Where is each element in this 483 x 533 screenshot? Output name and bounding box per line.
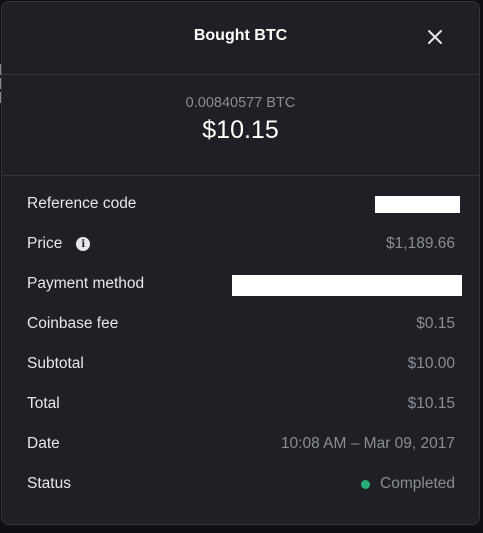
- reference-code-redacted: [375, 196, 460, 213]
- amount-summary: 0.00840577 BTC $10.15: [2, 75, 479, 176]
- info-icon[interactable]: i: [76, 237, 91, 251]
- status-label: Status: [27, 475, 71, 492]
- price-label-group: Price i: [27, 235, 91, 253]
- status-value: Completed: [380, 475, 455, 492]
- total-label: Total: [27, 395, 60, 412]
- detail-row-price: Price i $1,189.66: [2, 225, 479, 265]
- detail-row-subtotal: Subtotal $10.00: [2, 345, 479, 385]
- coinbase-fee-value: $0.15: [416, 315, 455, 332]
- detail-row-date: Date 10:08 AM – Mar 09, 2017: [2, 425, 479, 465]
- detail-row-reference-code: Reference code: [2, 185, 479, 225]
- status-dot-icon: [361, 479, 371, 489]
- details-list: Reference code Price i $1,189.66 Payment…: [2, 176, 479, 505]
- status-badge: Completed: [361, 475, 455, 493]
- modal-header: Bought BTC: [2, 2, 479, 75]
- date-label: Date: [27, 435, 60, 452]
- modal-title: Bought BTC: [193, 27, 288, 44]
- reference-code-label: Reference code: [27, 195, 137, 212]
- price-value: $1,189.66: [386, 235, 455, 252]
- subtotal-value: $10.00: [407, 355, 455, 372]
- close-icon-svg: [428, 30, 442, 44]
- detail-row-coinbase-fee: Coinbase fee $0.15: [2, 305, 479, 345]
- payment-method-redacted: [232, 275, 462, 296]
- fiat-amount: $10.15: [202, 116, 279, 144]
- crypto-amount: 0.00840577 BTC: [185, 95, 296, 111]
- transaction-details-modal: Bought BTC 0.00840577 BTC $10.15 Referen…: [1, 1, 480, 525]
- payment-method-label: Payment method: [27, 275, 145, 292]
- price-label: Price: [27, 235, 63, 252]
- subtotal-label: Subtotal: [27, 355, 84, 372]
- total-value: $10.15: [407, 395, 455, 412]
- detail-row-payment-method: Payment method: [2, 265, 479, 305]
- close-icon[interactable]: [426, 28, 444, 46]
- coinbase-fee-label: Coinbase fee: [27, 315, 119, 332]
- detail-row-status: Status Completed: [2, 465, 479, 505]
- date-value: 10:08 AM – Mar 09, 2017: [280, 435, 455, 452]
- detail-row-total: Total $10.15: [2, 385, 479, 425]
